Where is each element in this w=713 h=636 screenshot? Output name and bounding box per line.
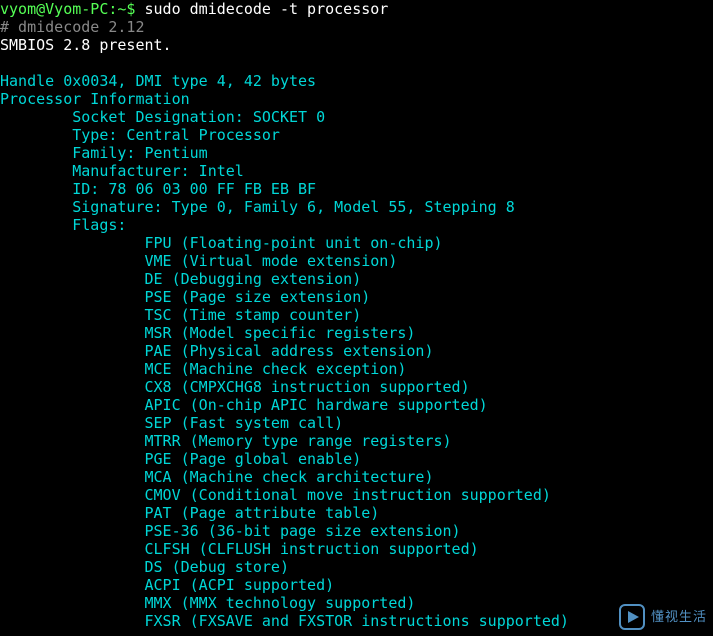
flag-line: MCE (Machine check exception) (0, 360, 406, 378)
flag-line: PAT (Page attribute table) (0, 504, 379, 522)
flag-line: FXSR (FXSAVE and FXSTOR instructions sup… (0, 612, 569, 630)
flag-line: VME (Virtual mode extension) (0, 252, 397, 270)
flag-line: TSC (Time stamp counter) (0, 306, 361, 324)
flag-line: DS (Debug store) (0, 558, 289, 576)
flag-line: APIC (On-chip APIC hardware supported) (0, 396, 488, 414)
flag-line: PAE (Physical address extension) (0, 342, 433, 360)
flag-line: PSE (Page size extension) (0, 288, 370, 306)
flag-line: MTRR (Memory type range registers) (0, 432, 452, 450)
flag-line: MCA (Machine check architecture) (0, 468, 433, 486)
flag-line: MMX (MMX technology supported) (0, 594, 415, 612)
flag-line: ACPI (ACPI supported) (0, 576, 334, 594)
flag-line: PSE-36 (36-bit page size extension) (0, 522, 461, 540)
section-title: Processor Information (0, 90, 190, 108)
field-id: ID: 78 06 03 00 FF FB EB BF (0, 180, 316, 198)
terminal-output: vyom@Vyom-PC:~$ sudo dmidecode -t proces… (0, 0, 713, 630)
handle-line: Handle 0x0034, DMI type 4, 42 bytes (0, 72, 316, 90)
field-family: Family: Pentium (0, 144, 208, 162)
flag-line: CMOV (Conditional move instruction suppo… (0, 486, 551, 504)
field-flags-label: Flags: (0, 216, 126, 234)
field-type: Type: Central Processor (0, 126, 280, 144)
field-manufacturer: Manufacturer: Intel (0, 162, 244, 180)
flag-line: CLFSH (CLFLUSH instruction supported) (0, 540, 479, 558)
dmidecode-version: # dmidecode 2.12 (0, 18, 145, 36)
smbios-present: SMBIOS 2.8 present. (0, 36, 172, 54)
field-socket: Socket Designation: SOCKET 0 (0, 108, 325, 126)
shell-prompt: vyom@Vyom-PC:~$ (0, 0, 145, 18)
flag-line: CX8 (CMPXCHG8 instruction supported) (0, 378, 470, 396)
field-signature: Signature: Type 0, Family 6, Model 55, S… (0, 198, 515, 216)
flag-line: PGE (Page global enable) (0, 450, 361, 468)
flag-line: MSR (Model specific registers) (0, 324, 415, 342)
typed-command: sudo dmidecode -t processor (145, 0, 389, 18)
flag-line: DE (Debugging extension) (0, 270, 361, 288)
flag-line: SEP (Fast system call) (0, 414, 343, 432)
flag-line: FPU (Floating-point unit on-chip) (0, 234, 443, 252)
